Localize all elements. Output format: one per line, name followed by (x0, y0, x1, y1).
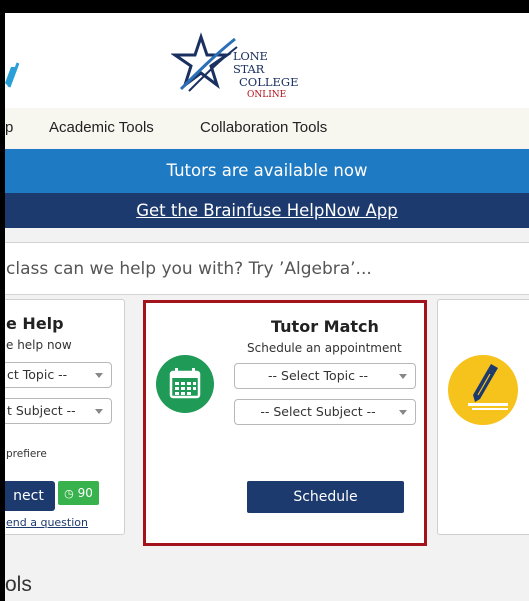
live-subject-select-value: t Subject -- (7, 403, 76, 418)
chevron-down-icon (399, 374, 407, 379)
chevron-down-icon (95, 409, 103, 414)
brainfuse-logo-fragment (5, 62, 19, 88)
pencil-icon-circle (448, 355, 518, 425)
tutor-match-topic-select[interactable]: -- Select Topic -- (234, 363, 416, 389)
wait-time-value: 90 (77, 486, 93, 500)
page-frame: LONE STAR COLLEGE ONLINE p Academic Tool… (5, 13, 529, 601)
tutor-match-subject-select-value: -- Select Subject -- (260, 404, 376, 419)
search-bar (5, 242, 529, 295)
live-help-subtitle: e help now (6, 338, 72, 352)
logo-line-2: COLLEGE (239, 75, 299, 89)
helpnow-app-link[interactable]: Get the Brainfuse HelpNow App (136, 201, 398, 220)
site-header: LONE STAR COLLEGE ONLINE (5, 13, 529, 108)
language-preference-label: prefiere (6, 448, 47, 460)
writing-lab-card (437, 299, 529, 535)
clock-icon: ◷ (64, 487, 74, 500)
helpnow-app-banner[interactable]: Get the Brainfuse HelpNow App (5, 193, 529, 228)
tutor-match-card: Tutor Match Schedule an appointment -- S… (143, 300, 427, 546)
live-subject-select[interactable]: t Subject -- (5, 398, 112, 424)
lone-star-college-logo[interactable]: LONE STAR COLLEGE ONLINE (171, 31, 301, 100)
tutor-match-title: Tutor Match (271, 317, 379, 336)
calendar-icon-circle (156, 355, 214, 413)
chevron-down-icon (399, 410, 407, 415)
wait-time-badge: ◷ 90 (58, 481, 99, 505)
tutor-match-subtitle: Schedule an appointment (247, 341, 402, 355)
connect-button[interactable]: nect (5, 481, 55, 511)
live-help-card: e Help e help now ct Topic -- t Subject … (5, 299, 125, 535)
tutor-match-subject-select[interactable]: -- Select Subject -- (234, 399, 416, 425)
logo-line-1: LONE STAR (233, 49, 268, 76)
logo-wordmark: LONE STAR COLLEGE ONLINE (233, 50, 301, 102)
nav-item-academic-tools[interactable]: Academic Tools (49, 108, 154, 148)
pencil-icon (468, 364, 508, 410)
nav-item-collaboration-tools[interactable]: Collaboration Tools (200, 108, 327, 148)
schedule-button[interactable]: Schedule (247, 481, 404, 513)
live-topic-select[interactable]: ct Topic -- (5, 362, 112, 388)
live-topic-select-value: ct Topic -- (7, 367, 68, 382)
send-question-link[interactable]: end a question (6, 516, 88, 529)
live-help-title: e Help (6, 314, 64, 333)
nav-item-help[interactable]: p (5, 108, 13, 148)
chevron-down-icon (95, 373, 103, 378)
tutors-available-banner: Tutors are available now (5, 149, 529, 193)
logo-line-3: ONLINE (247, 90, 287, 100)
tools-section-heading: ols (5, 573, 32, 596)
search-input[interactable] (5, 243, 529, 294)
star-icon (171, 32, 238, 92)
calendar-icon (169, 368, 201, 399)
main-nav: p Academic Tools Collaboration Tools (5, 108, 529, 148)
tutor-match-topic-select-value: -- Select Topic -- (268, 368, 368, 383)
